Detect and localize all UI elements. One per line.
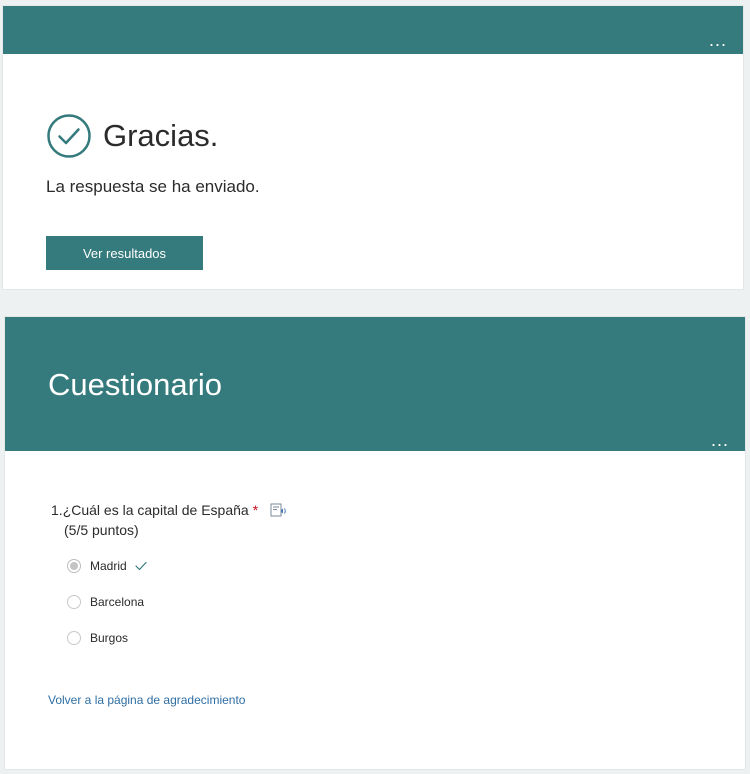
option-burgos: Burgos xyxy=(67,629,147,647)
radio-burgos xyxy=(67,631,81,645)
back-to-thanks-link[interactable]: Volver a la página de agradecimiento xyxy=(48,693,245,707)
thanks-banner: ... xyxy=(3,6,743,54)
check-circle-icon xyxy=(47,114,91,158)
correct-check-icon xyxy=(135,561,147,571)
quiz-card: Cuestionario ... 1. ¿Cuál es la capital … xyxy=(5,317,745,769)
quiz-title: Cuestionario xyxy=(48,367,223,402)
thanks-title: Gracias. xyxy=(103,118,219,153)
question-number: 1. xyxy=(51,502,63,518)
option-barcelona: Barcelona xyxy=(67,593,147,611)
option-label: Barcelona xyxy=(90,595,145,609)
view-results-button[interactable]: Ver resultados xyxy=(46,236,203,270)
quiz-banner: Cuestionario ... xyxy=(5,317,745,451)
submitted-message: La respuesta se ha enviado. xyxy=(46,177,260,196)
answer-options: Madrid Barcelona Burgos xyxy=(67,557,147,665)
radio-barcelona xyxy=(67,595,81,609)
thanks-card: ... Gracias. La respuesta se ha enviado.… xyxy=(3,6,743,289)
required-mark: * xyxy=(252,502,259,518)
option-label: Burgos xyxy=(90,631,129,645)
more-options-icon[interactable]: ... xyxy=(711,430,729,451)
option-madrid: Madrid xyxy=(67,557,147,575)
radio-madrid xyxy=(67,559,81,573)
immersive-reader-icon[interactable] xyxy=(270,502,288,518)
more-options-icon[interactable]: ... xyxy=(709,30,727,51)
question-text: ¿Cuál es la capital de España xyxy=(62,502,249,518)
question-points: (5/5 puntos) xyxy=(64,522,139,538)
option-label: Madrid xyxy=(90,559,127,573)
question-1: 1. ¿Cuál es la capital de España * (5/5 … xyxy=(51,500,288,540)
